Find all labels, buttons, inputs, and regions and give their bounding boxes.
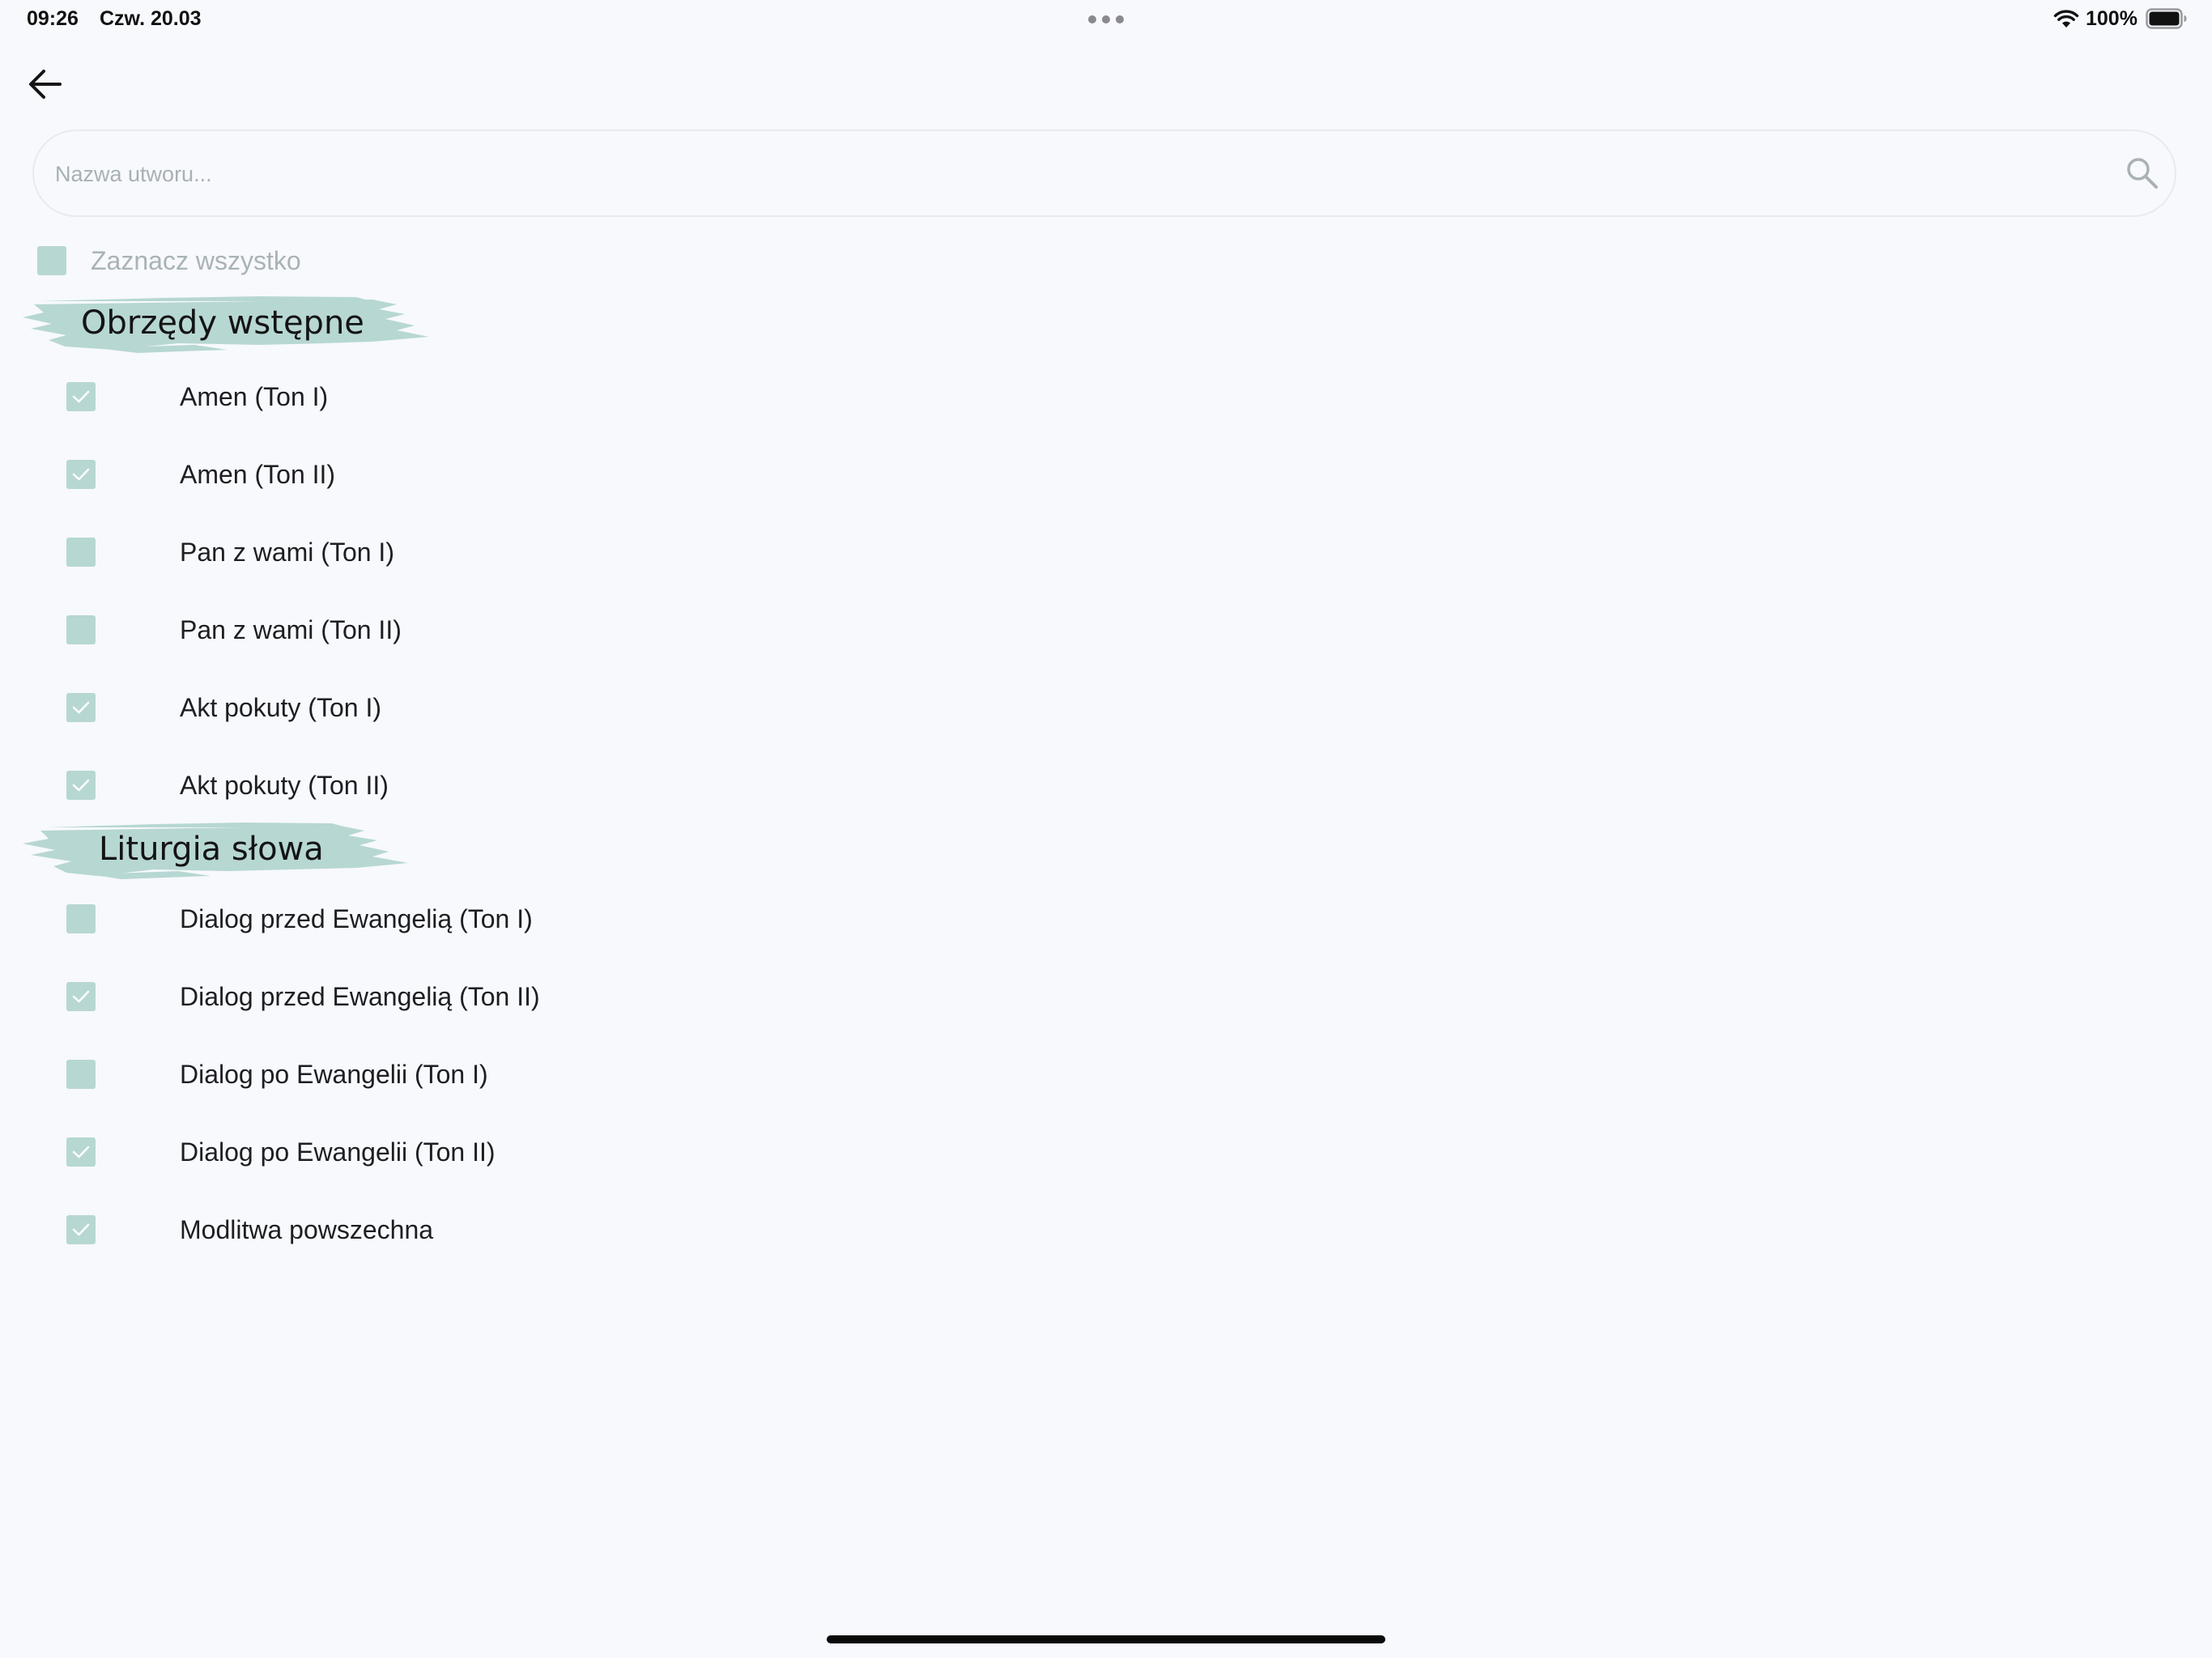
list-item[interactable]: Dialog przed Ewangelią (Ton I) xyxy=(66,899,533,939)
status-time: 09:26 xyxy=(27,7,79,30)
list-item[interactable]: Modlitwa powszechna xyxy=(66,1209,433,1250)
search-field[interactable] xyxy=(32,130,2176,217)
item-label: Pan z wami (Ton I) xyxy=(180,537,394,567)
checkbox[interactable] xyxy=(66,1137,96,1167)
item-label: Dialog po Ewangelii (Ton I) xyxy=(180,1059,488,1089)
item-label: Amen (Ton I) xyxy=(180,381,329,411)
section-title: Obrzędy wstępne xyxy=(81,304,364,342)
list-item[interactable]: Pan z wami (Ton II) xyxy=(66,610,402,650)
checkbox[interactable] xyxy=(66,904,96,933)
list-item[interactable]: Amen (Ton II) xyxy=(66,454,335,495)
checkmark-icon xyxy=(72,779,90,792)
battery-percentage: 100% xyxy=(2086,7,2138,30)
search-icon[interactable] xyxy=(2125,155,2160,191)
checkbox[interactable] xyxy=(66,615,96,644)
list-item[interactable]: Pan z wami (Ton I) xyxy=(66,532,394,572)
status-bar: 09:26 Czw. 20.03 100% xyxy=(0,0,2212,39)
list-item[interactable]: Dialog po Ewangelii (Ton I) xyxy=(66,1054,488,1095)
item-label: Dialog przed Ewangelią (Ton I) xyxy=(180,903,533,933)
search-input[interactable] xyxy=(53,131,2065,217)
checkbox[interactable] xyxy=(66,982,96,1011)
list-item[interactable]: Dialog przed Ewangelią (Ton II) xyxy=(66,976,540,1017)
select-all-label: Zaznacz wszystko xyxy=(91,245,301,275)
select-all-checkbox[interactable]: Zaznacz wszystko xyxy=(37,243,301,278)
list-item[interactable]: Akt pokuty (Ton I) xyxy=(66,687,381,728)
section-header-obrzedy-wstepne: Obrzędy wstępne xyxy=(16,293,437,358)
checkbox[interactable] xyxy=(66,1215,96,1244)
checkmark-icon xyxy=(72,1146,90,1158)
checkbox[interactable] xyxy=(66,1060,96,1089)
home-indicator[interactable] xyxy=(827,1635,1385,1643)
section-header-liturgia-slowa: Liturgia słowa xyxy=(16,819,413,884)
list-item[interactable]: Akt pokuty (Ton II) xyxy=(66,765,389,806)
back-button[interactable] xyxy=(24,63,66,105)
checkmark-icon xyxy=(72,990,90,1003)
checkbox[interactable] xyxy=(37,246,66,275)
battery-icon xyxy=(2146,8,2187,29)
item-label: Dialog po Ewangelii (Ton II) xyxy=(180,1137,496,1167)
list-item[interactable]: Dialog po Ewangelii (Ton II) xyxy=(66,1132,496,1172)
multitasking-dots-icon[interactable] xyxy=(1088,15,1124,23)
checkmark-icon xyxy=(72,1223,90,1236)
section-title: Liturgia słowa xyxy=(99,831,324,868)
status-date: Czw. 20.03 xyxy=(100,7,202,30)
checkbox[interactable] xyxy=(66,382,96,411)
wifi-icon xyxy=(2053,10,2079,28)
arrow-left-icon xyxy=(29,70,62,99)
item-label: Dialog przed Ewangelią (Ton II) xyxy=(180,981,540,1011)
item-label: Akt pokuty (Ton I) xyxy=(180,692,381,722)
checkbox[interactable] xyxy=(66,771,96,800)
list-item[interactable]: Amen (Ton I) xyxy=(66,376,328,417)
checkmark-icon xyxy=(72,701,90,714)
checkmark-icon xyxy=(72,390,90,403)
item-label: Modlitwa powszechna xyxy=(180,1214,434,1244)
checkmark-icon xyxy=(72,468,90,481)
checkbox[interactable] xyxy=(66,693,96,722)
item-label: Pan z wami (Ton II) xyxy=(180,614,402,644)
item-label: Akt pokuty (Ton II) xyxy=(180,770,389,800)
checkbox[interactable] xyxy=(66,460,96,489)
checkbox[interactable] xyxy=(66,538,96,567)
item-label: Amen (Ton II) xyxy=(180,459,336,489)
